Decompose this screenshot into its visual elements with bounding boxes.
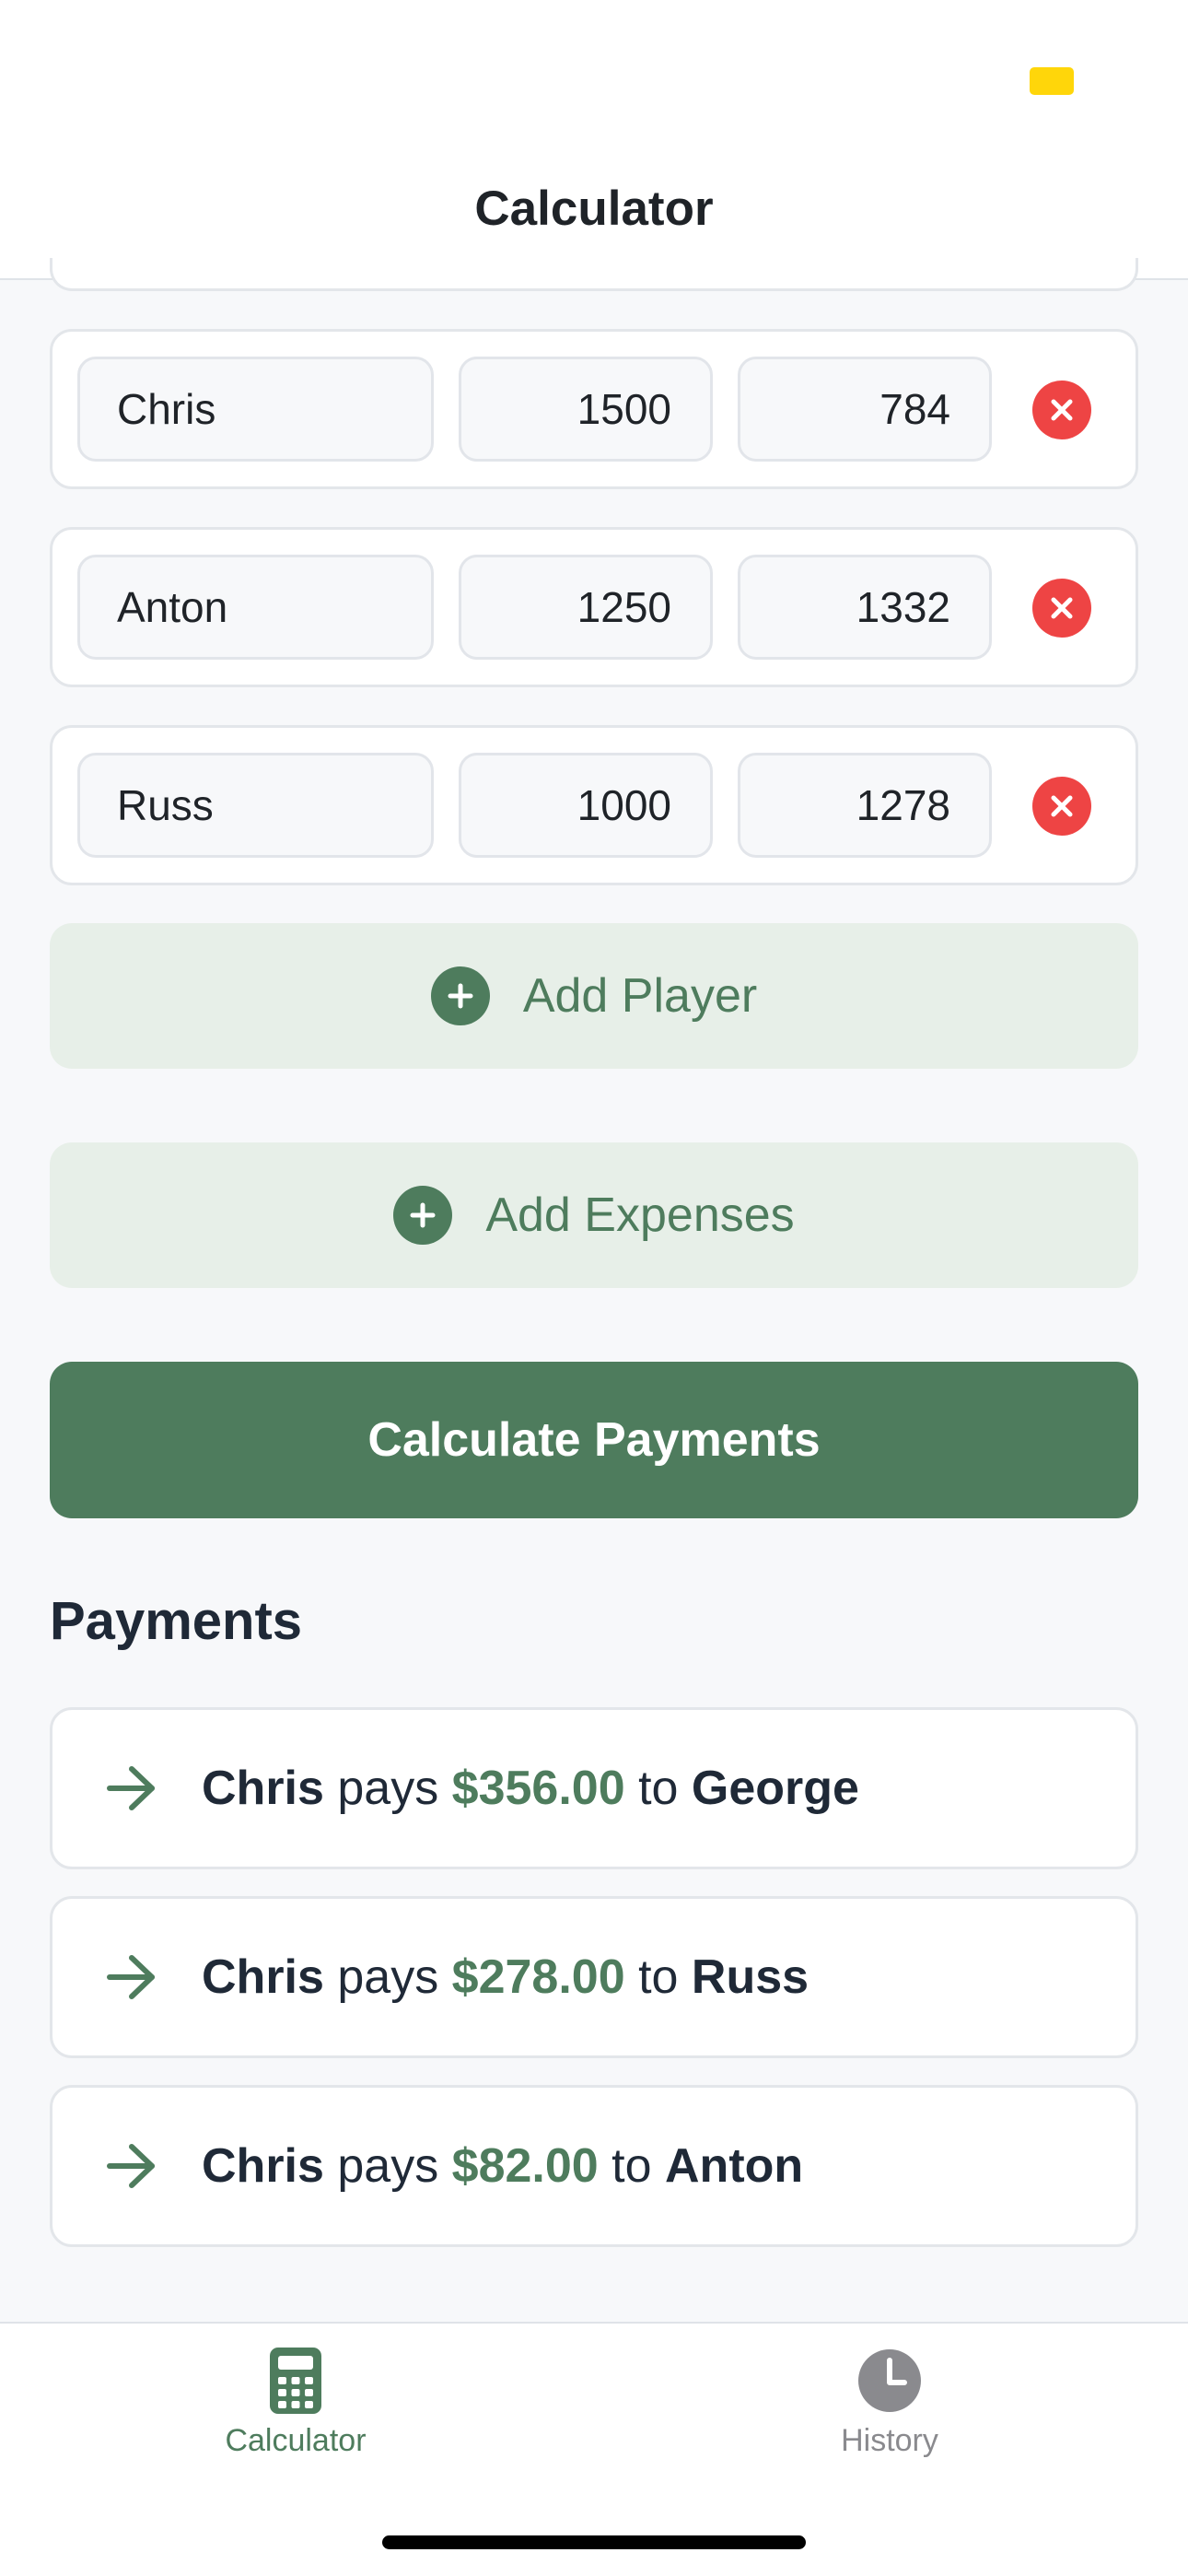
plus-circle-icon	[393, 1186, 453, 1245]
payment-verb: pays	[337, 2139, 439, 2193]
payment-item: Chris pays $82.00 to Anton	[50, 2085, 1138, 2247]
add-player-label: Add Player	[522, 969, 758, 1023]
payee-name: Anton	[665, 2139, 804, 2193]
player-cash-out-field[interactable]: 1332	[738, 555, 992, 660]
close-icon	[1051, 795, 1073, 817]
payer-name: Chris	[202, 2139, 324, 2193]
payment-text: Chris pays $278.00 to Russ	[202, 1899, 809, 2055]
player-name-field[interactable]: Russ	[77, 753, 434, 858]
payment-text: Chris pays $82.00 to Anton	[202, 2088, 803, 2244]
player-row: Chris 1500 784	[50, 329, 1138, 489]
payment-amount: $356.00	[451, 1762, 625, 1815]
payment-preposition: to	[638, 1950, 679, 2004]
home-indicator	[382, 2535, 806, 2549]
calculate-payments-label: Calculate Payments	[367, 1413, 821, 1467]
payment-text: Chris pays $356.00 to George	[202, 1710, 859, 1867]
payment-amount: $82.00	[451, 2139, 599, 2193]
payee-name: Russ	[691, 1950, 809, 2004]
clock-icon	[858, 2349, 921, 2412]
tab-calculator[interactable]: Calculator	[111, 2346, 480, 2459]
close-icon	[1051, 597, 1073, 619]
close-icon	[1051, 399, 1073, 421]
payment-amount: $278.00	[451, 1950, 625, 2004]
player-row-partial	[50, 258, 1138, 291]
tab-calculator-label: Calculator	[225, 2423, 367, 2458]
player-buy-in-field[interactable]: 1500	[459, 357, 713, 462]
add-expenses-label: Add Expenses	[485, 1188, 795, 1242]
remove-player-button[interactable]	[1032, 777, 1091, 836]
payment-preposition: to	[638, 1762, 679, 1815]
payer-name: Chris	[202, 1950, 324, 2004]
plus-circle-icon	[430, 966, 490, 1025]
add-player-button[interactable]: Add Player	[50, 923, 1138, 1069]
player-row: Russ 1000 1278	[50, 725, 1138, 885]
player-buy-in-field[interactable]: 1000	[459, 753, 713, 858]
payment-item: Chris pays $278.00 to Russ	[50, 1896, 1138, 2058]
payer-name: Chris	[202, 1762, 324, 1815]
player-cash-out-field[interactable]: 1278	[738, 753, 992, 858]
payments-heading: Payments	[50, 1591, 303, 1651]
payment-item: Chris pays $356.00 to George	[50, 1707, 1138, 1869]
status-indicator	[1030, 67, 1074, 95]
player-name-field[interactable]: Anton	[77, 555, 434, 660]
payment-preposition: to	[611, 2139, 652, 2193]
player-cash-out-field[interactable]: 784	[738, 357, 992, 462]
calculate-payments-button[interactable]: Calculate Payments	[50, 1362, 1138, 1518]
tab-history-label: History	[841, 2423, 938, 2458]
remove-player-button[interactable]	[1032, 579, 1091, 638]
navigation-header: Calculator	[0, 0, 1188, 280]
tab-history[interactable]: History	[705, 2346, 1074, 2459]
player-row: Anton 1250 1332	[50, 527, 1138, 687]
payee-name: George	[691, 1762, 859, 1815]
payment-verb: pays	[337, 1950, 439, 2004]
arrow-right-icon	[107, 1955, 155, 1999]
payment-verb: pays	[337, 1762, 439, 1815]
arrow-right-icon	[107, 1766, 155, 1810]
player-buy-in-field[interactable]: 1250	[459, 555, 713, 660]
arrow-right-icon	[107, 2144, 155, 2188]
calculator-icon	[270, 2348, 321, 2414]
add-expenses-button[interactable]: Add Expenses	[50, 1142, 1138, 1288]
player-name-field[interactable]: Chris	[77, 357, 434, 462]
page-title: Calculator	[474, 181, 714, 236]
remove-player-button[interactable]	[1032, 381, 1091, 439]
